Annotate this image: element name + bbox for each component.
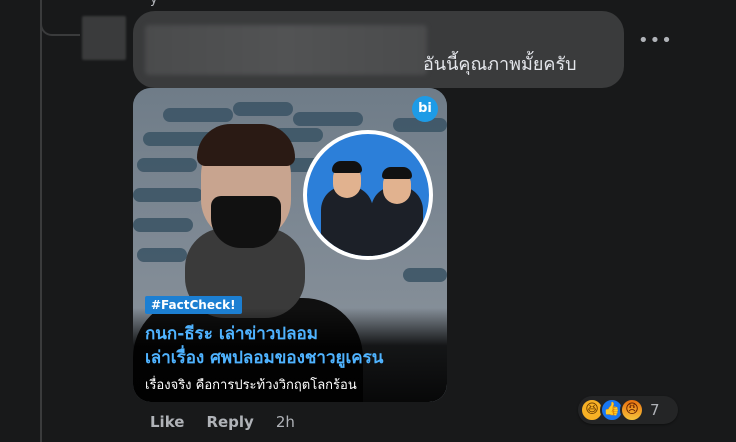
image-detail [137,248,187,262]
previous-comment-fragment: y [150,0,158,7]
host-left-hair [332,161,362,173]
image-subline: เรื่องจริง คือการประท้วงวิกฤตโลกร้อน [145,378,357,393]
host-right-hair [382,167,412,179]
reaction-count: 7 [650,401,660,419]
comment-text: อันนี้คุณภาพมั้ยครับ [423,54,577,75]
more-options-button[interactable]: ••• [638,32,672,52]
image-headline: กนก-ธีระ เล่าข่าวปลอม เล่าเรื่อง ศพปลอมข… [145,322,435,370]
image-detail [133,188,203,202]
image-detail [163,108,233,122]
attached-image[interactable]: bi #FactCheck! กนก-ธีระ เล่าข่าวปลอม เล่… [133,88,447,402]
timestamp[interactable]: 2h [276,413,295,431]
image-detail [403,268,447,282]
image-detail [133,218,193,232]
angry-icon: 😠 [620,398,644,422]
image-detail [137,158,197,172]
comment-actions: Like Reply 2h [150,413,295,431]
image-detail [233,102,293,116]
factcheck-tag: #FactCheck! [145,296,242,314]
thread-line [40,0,42,442]
avatar[interactable] [82,16,126,60]
image-detail [293,112,363,126]
bi-logo-icon: bi [412,96,438,122]
inset-hosts-photo [303,130,433,260]
headline-line-1: กนก-ธีระ เล่าข่าวปลอม [145,324,318,344]
redacted-name [145,25,427,75]
headline-line-2: เล่าเรื่อง ศพปลอมของชาวยูเครน [145,348,384,368]
like-button[interactable]: Like [150,413,184,431]
reactions-summary[interactable]: 😆 👍 😠 7 [578,396,678,424]
reporter-hair [197,124,295,166]
comment-bubble: อันนี้คุณภาพมั้ยครับ [133,11,624,88]
reporter-mask [211,196,281,248]
thread-connector [40,0,80,36]
reply-button[interactable]: Reply [206,413,253,431]
